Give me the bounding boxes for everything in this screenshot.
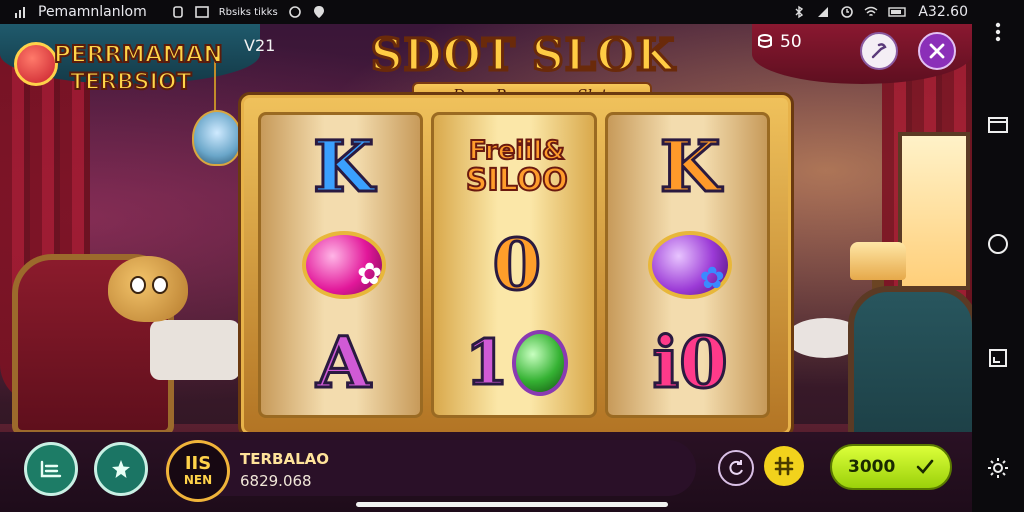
gallery-icon <box>194 6 209 18</box>
symbol-a: A <box>261 315 426 411</box>
close-button[interactable] <box>918 32 956 70</box>
more-options-button[interactable] <box>986 20 1010 44</box>
symbol-letter: K <box>658 125 722 208</box>
favorites-button[interactable] <box>94 442 148 496</box>
wifi-icon <box>864 6 878 17</box>
lamp-shade <box>850 242 906 280</box>
version-label: V21 <box>244 36 276 55</box>
menu-button[interactable] <box>24 442 78 496</box>
reel-1: K ✿ A <box>258 112 426 418</box>
check-arrow-icon <box>916 459 934 474</box>
reel-2: Freiil& SILOO 0 1 <box>431 112 599 418</box>
home-button[interactable] <box>986 232 1010 256</box>
jackpot-badge-line1: IIS <box>184 452 212 474</box>
coin-stack-icon <box>758 34 772 48</box>
coin-count: 50 <box>780 32 802 52</box>
symbol-letter: 0 <box>491 223 543 306</box>
symbol-letter: i0 <box>651 321 729 404</box>
symbol-letter: A <box>315 321 372 404</box>
symbol-zero: 0 <box>434 217 599 313</box>
status-time: A32.60 <box>918 4 968 20</box>
status-app-name: Pemamnlanlom <box>38 4 147 20</box>
hash-icon <box>774 456 794 476</box>
symbol-k: K <box>608 119 773 215</box>
close-icon <box>929 43 945 59</box>
clock-icon <box>841 6 854 18</box>
notification-icon <box>172 6 183 18</box>
green-gem-icon <box>512 330 569 396</box>
home-circle-icon <box>988 234 1008 254</box>
symbol-bonus-word: Freiil& SILOO <box>434 119 599 215</box>
system-nav-bar <box>972 0 1024 512</box>
tools-button[interactable] <box>860 32 898 70</box>
mascot-eye <box>130 276 146 294</box>
screenshot-icon <box>989 349 1007 367</box>
mascot-character <box>108 256 188 322</box>
home-indicator[interactable] <box>356 502 668 507</box>
recent-apps-button[interactable] <box>986 112 1010 136</box>
tools-icon <box>871 43 887 59</box>
more-vertical-icon <box>995 22 1001 42</box>
window <box>898 132 970 290</box>
settings-button[interactable] <box>986 456 1010 480</box>
logo-line1: PERRMAMAN <box>53 41 224 69</box>
chandelier <box>192 110 242 166</box>
logo-badge-icon <box>14 42 58 86</box>
refresh-icon <box>729 460 743 475</box>
game-title: SDOT SLOK <box>369 29 676 83</box>
battery-icon <box>888 7 907 17</box>
status-notif-tag: Rbsiks tikks <box>218 6 278 18</box>
bet-lines-button[interactable] <box>764 446 804 486</box>
side-table-left <box>150 320 240 380</box>
alarm-icon <box>288 6 301 18</box>
gear-icon <box>988 458 1008 478</box>
symbol-letter: K <box>312 125 376 208</box>
game-logo: PERRMAMAN TERBSIOT <box>14 32 224 112</box>
logo-line2: TERBSIOT <box>69 69 192 96</box>
jackpot-badge: IIS NEN <box>166 440 230 502</box>
reel-3: K ✿ i0 <box>604 112 773 418</box>
bluetooth-icon <box>795 5 804 19</box>
flower-icon: ✿ <box>699 261 725 296</box>
symbol-pink-gem: ✿ <box>261 217 426 313</box>
screenshot-button[interactable] <box>986 346 1010 370</box>
status-bar: Pemamnlanlom Rbsiks tikks A32.60 <box>0 0 1024 24</box>
symbol-one-plaque: 1 <box>434 315 599 411</box>
symbol-k: K <box>261 119 426 215</box>
star-icon <box>112 460 130 478</box>
symbol-io: i0 <box>608 315 773 411</box>
reels: K ✿ A Freiil& SILOO 0 1 K ✿ i0 <box>258 112 770 418</box>
bonus-word-line2: SILOO <box>465 162 569 198</box>
autoplay-button[interactable] <box>718 450 754 486</box>
location-icon <box>313 6 324 18</box>
mascot-eye <box>152 276 168 294</box>
menu-icon <box>40 460 62 478</box>
coin-balance: 50 <box>756 32 802 52</box>
recent-apps-icon <box>988 117 1008 133</box>
bars-icon <box>15 7 25 18</box>
spin-bet-value: 3000 <box>848 457 896 477</box>
spin-button[interactable]: 3000 <box>830 444 952 490</box>
symbol-letter: 1 <box>464 326 510 399</box>
symbol-violet-gem: ✿ <box>608 217 773 313</box>
jackpot-label: TERBALAO <box>240 450 329 468</box>
flower-icon: ✿ <box>357 257 383 292</box>
jackpot-value: 6829.068 <box>240 472 312 490</box>
jackpot-badge-line2: NEN <box>183 472 213 487</box>
bonus-word-line1: Freiil& <box>468 135 566 166</box>
signal-icon <box>818 7 829 17</box>
